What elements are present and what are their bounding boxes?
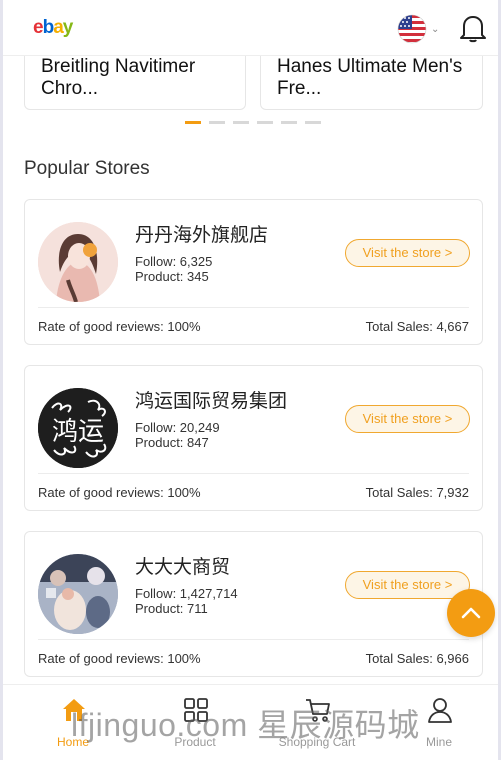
store-name[interactable]: 鸿运国际贸易集团	[135, 386, 287, 413]
region-selector[interactable]: ⌄	[397, 14, 443, 44]
visit-store-button[interactable]: Visit the store >	[345, 571, 470, 599]
section-title: Popular Stores	[24, 158, 150, 179]
carousel-dot[interactable]	[281, 121, 297, 124]
visit-store-button[interactable]: Visit the store >	[345, 405, 470, 433]
carousel-dot[interactable]	[209, 121, 225, 124]
chevron-up-icon	[461, 607, 481, 619]
store-total-sales: Total Sales: 4,667	[365, 319, 469, 334]
store-avatar	[38, 222, 118, 302]
user-icon	[428, 698, 452, 723]
store-avatar: 鸿运	[38, 388, 118, 468]
store-total-sales: Total Sales: 7,932	[365, 485, 469, 500]
store-product-count: Product: 847	[135, 435, 209, 450]
store-product-count: Product: 711	[135, 601, 208, 616]
product-title: Hanes Ultimate Men's Fre...	[277, 56, 463, 99]
store-rating: Rate of good reviews: 100%	[38, 319, 201, 334]
divider	[38, 639, 469, 640]
store-name[interactable]: 大大大商贸	[135, 552, 230, 579]
divider	[38, 307, 469, 308]
store-avatar-text: 鸿运	[52, 417, 104, 447]
ebay-logo[interactable]: ebay	[33, 17, 73, 39]
store-rating: Rate of good reviews: 100%	[38, 651, 201, 666]
us-flag-icon	[397, 14, 427, 44]
store-follow-count: Follow: 20,249	[135, 420, 220, 435]
watermark: lfjinguo.com 星辰源码城	[71, 707, 420, 743]
store-follow-count: Follow: 6,325	[135, 254, 213, 269]
app-page: ebay ⌄ Breitling Navitimer Chro... Hanes…	[0, 0, 501, 760]
carousel-indicator	[185, 121, 329, 125]
top-header: ebay ⌄	[3, 0, 498, 56]
store-follow-count: Follow: 1,427,714	[135, 586, 238, 601]
product-title: Breitling Navitimer Chro...	[41, 56, 196, 99]
bell-icon[interactable]	[459, 13, 487, 43]
store-product-count: Product: 345	[135, 269, 209, 284]
store-card[interactable]: 丹丹海外旗舰店 Follow: 6,325 Product: 345 Visit…	[24, 199, 483, 345]
scroll-to-top-button[interactable]	[447, 589, 495, 637]
chevron-down-icon: ⌄	[431, 24, 440, 35]
carousel-dot[interactable]	[305, 121, 321, 124]
store-card[interactable]: 鸿运 鸿运国际贸易集团 Follow: 20,249 Product: 847 …	[24, 365, 483, 511]
carousel-dot[interactable]	[257, 121, 273, 124]
carousel-dot[interactable]	[233, 121, 249, 124]
carousel-dot-active[interactable]	[185, 121, 201, 124]
store-name[interactable]: 丹丹海外旗舰店	[135, 220, 268, 247]
store-total-sales: Total Sales: 6,966	[365, 651, 469, 666]
store-rating: Rate of good reviews: 100%	[38, 485, 201, 500]
visit-store-button[interactable]: Visit the store >	[345, 239, 470, 267]
divider	[38, 473, 469, 474]
store-avatar	[38, 554, 118, 634]
store-card[interactable]: 大大大商贸 Follow: 1,427,714 Product: 711 Vis…	[24, 531, 483, 677]
